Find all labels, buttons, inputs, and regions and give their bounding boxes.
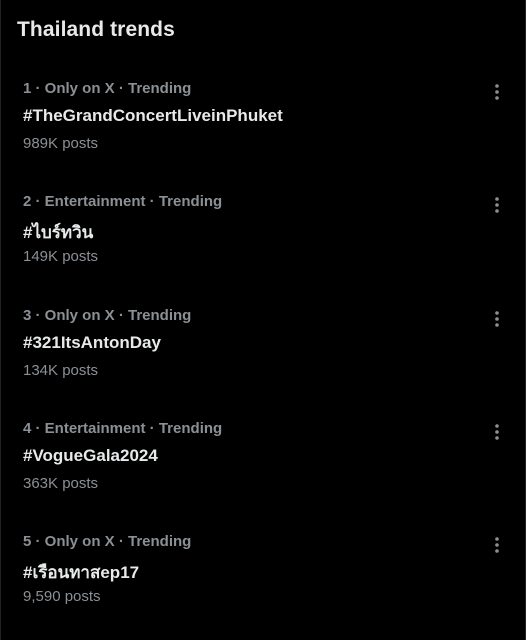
trend-meta: 3 · Only on X · Trending <box>23 307 192 324</box>
more-vertical-icon[interactable] <box>489 195 505 215</box>
trend-meta: 2 · Entertainment · Trending <box>23 193 223 210</box>
more-vertical-icon[interactable] <box>489 82 505 102</box>
trend-post-count: 989K posts <box>23 135 99 152</box>
trend-post-count: 134K posts <box>23 362 99 379</box>
trend-item-2[interactable]: 2 · Entertainment · Trending #ไบร์ทวิน 1… <box>1 193 525 293</box>
trends-panel: Thailand trends 1 · Only on X · Trending… <box>0 0 526 640</box>
trend-post-count: 363K posts <box>23 475 99 492</box>
trend-name[interactable]: #ไบร์ทวิน <box>23 219 93 246</box>
trend-item-4[interactable]: 4 · Entertainment · Trending #VogueGala2… <box>1 420 525 520</box>
trend-post-count: 149K posts <box>23 248 99 265</box>
trend-name[interactable]: #TheGrandConcertLiveinPhuket <box>23 106 283 126</box>
trend-meta: 4 · Entertainment · Trending <box>23 420 223 437</box>
trend-meta: 1 · Only on X · Trending <box>23 80 192 97</box>
trend-item-3[interactable]: 3 · Only on X · Trending #321ItsAntonDay… <box>1 307 525 407</box>
more-vertical-icon[interactable] <box>489 309 505 329</box>
trend-item-5[interactable]: 5 · Only on X · Trending #เรือนทาสep17 9… <box>1 533 525 633</box>
more-vertical-icon[interactable] <box>489 535 505 555</box>
trend-item-1[interactable]: 1 · Only on X · Trending #TheGrandConcer… <box>1 80 525 180</box>
trend-name[interactable]: #321ItsAntonDay <box>23 333 161 353</box>
page-title: Thailand trends <box>17 18 175 41</box>
more-vertical-icon[interactable] <box>489 422 505 442</box>
trend-name[interactable]: #เรือนทาสep17 <box>23 559 139 586</box>
trend-meta: 5 · Only on X · Trending <box>23 533 192 550</box>
trend-name[interactable]: #VogueGala2024 <box>23 446 158 466</box>
trend-post-count: 9,590 posts <box>23 588 101 605</box>
